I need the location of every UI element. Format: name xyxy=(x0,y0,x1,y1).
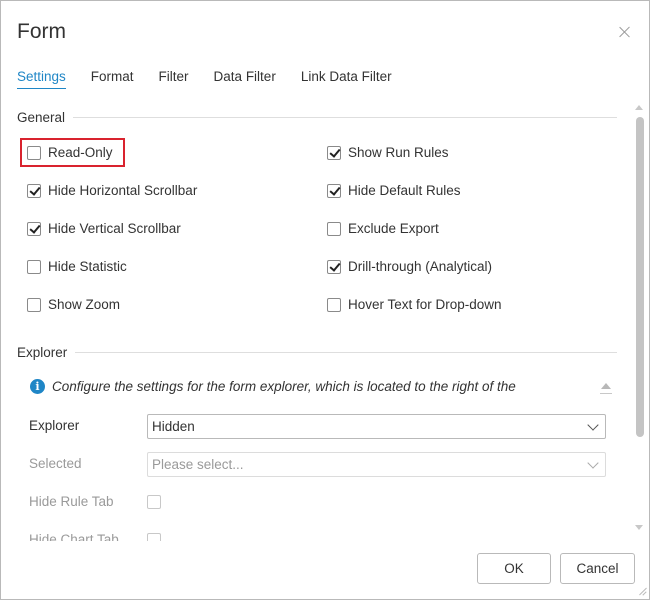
hide-vertical-scrollbar-checkbox[interactable]: Hide Vertical Scrollbar xyxy=(27,221,181,236)
hover-text-dropdown-checkbox[interactable]: Hover Text for Drop-down xyxy=(327,297,502,312)
checkbox-label: Hide Statistic xyxy=(48,259,127,274)
general-section-header: General xyxy=(17,110,617,125)
chevron-down-icon xyxy=(587,418,599,431)
checkbox-box[interactable] xyxy=(327,183,341,198)
checkbox-label: Show Run Rules xyxy=(348,145,449,160)
checkbox-label: Exclude Export xyxy=(348,221,439,236)
drill-through-checkbox[interactable]: Drill-through (Analytical) xyxy=(327,259,492,274)
explorer-select[interactable]: Hidden xyxy=(147,414,606,439)
divider xyxy=(75,352,617,353)
hide-rule-tab-label: Hide Rule Tab xyxy=(29,494,114,509)
show-zoom-checkbox[interactable]: Show Zoom xyxy=(27,297,120,312)
checkbox-box[interactable] xyxy=(327,259,341,274)
checkbox-box[interactable] xyxy=(27,183,41,198)
exclude-export-checkbox[interactable]: Exclude Export xyxy=(327,221,439,236)
hide-horizontal-scrollbar-checkbox[interactable]: Hide Horizontal Scrollbar xyxy=(27,183,197,198)
scroll-up-arrow-icon[interactable] xyxy=(600,381,612,399)
checkbox-box[interactable] xyxy=(27,221,41,236)
ok-button[interactable]: OK xyxy=(477,553,551,584)
hide-rule-tab-checkbox[interactable] xyxy=(147,495,161,509)
resize-grip-icon[interactable] xyxy=(637,587,647,597)
info-text: Configure the settings for the form expl… xyxy=(52,379,516,394)
hide-chart-tab-label: Hide Chart Tab xyxy=(29,532,119,541)
selected-label: Selected xyxy=(29,456,82,471)
selected-select[interactable]: Please select... xyxy=(147,452,606,477)
explorer-section-header: Explorer xyxy=(17,345,617,360)
tab-data-filter[interactable]: Data Filter xyxy=(214,69,276,89)
hide-statistic-checkbox[interactable]: Hide Statistic xyxy=(27,259,127,274)
hide-default-rules-checkbox[interactable]: Hide Default Rules xyxy=(327,183,461,198)
checkbox-box[interactable] xyxy=(327,145,341,160)
chevron-down-icon xyxy=(587,456,599,469)
settings-panel: General Read-Only Hide Horizontal Scroll… xyxy=(1,101,631,541)
info-icon: i xyxy=(30,379,45,394)
checkbox-label: Hover Text for Drop-down xyxy=(348,297,502,312)
checkbox-box[interactable] xyxy=(327,221,341,236)
tab-link-data-filter[interactable]: Link Data Filter xyxy=(301,69,392,89)
explorer-label: Explorer xyxy=(29,418,80,433)
tab-settings[interactable]: Settings xyxy=(17,69,66,89)
close-icon[interactable] xyxy=(616,23,634,41)
scrollbar-thumb[interactable] xyxy=(636,117,644,437)
hide-chart-tab-checkbox[interactable] xyxy=(147,533,161,541)
cancel-button[interactable]: Cancel xyxy=(560,553,635,584)
read-only-checkbox[interactable]: Read-Only xyxy=(27,145,113,160)
checkbox-label: Hide Vertical Scrollbar xyxy=(48,221,181,236)
checkbox-box[interactable] xyxy=(27,145,41,160)
explorer-heading: Explorer xyxy=(17,345,68,360)
show-run-rules-checkbox[interactable]: Show Run Rules xyxy=(327,145,449,160)
explorer-select-value: Hidden xyxy=(152,419,195,434)
checkbox-box[interactable] xyxy=(27,259,41,274)
general-heading: General xyxy=(17,110,66,125)
tab-bar: Settings Format Filter Data Filter Link … xyxy=(17,69,417,89)
tab-filter[interactable]: Filter xyxy=(159,69,189,89)
checkbox-box[interactable] xyxy=(327,297,341,312)
scroll-up-icon[interactable] xyxy=(635,105,643,110)
checkbox-label: Hide Horizontal Scrollbar xyxy=(48,183,198,198)
tab-format[interactable]: Format xyxy=(91,69,134,89)
checkbox-label: Hide Default Rules xyxy=(348,183,461,198)
checkbox-label: Show Zoom xyxy=(48,297,121,312)
dialog-title: Form xyxy=(17,20,66,43)
scroll-down-icon[interactable] xyxy=(635,525,643,530)
selected-select-placeholder: Please select... xyxy=(152,457,244,472)
checkbox-box[interactable] xyxy=(27,297,41,312)
explorer-info: i Configure the settings for the form ex… xyxy=(30,379,516,394)
form-dialog: Form Settings Format Filter Data Filter … xyxy=(0,0,650,600)
checkbox-label: Read-Only xyxy=(48,145,113,160)
divider xyxy=(73,117,617,118)
checkbox-label: Drill-through (Analytical) xyxy=(348,259,493,274)
